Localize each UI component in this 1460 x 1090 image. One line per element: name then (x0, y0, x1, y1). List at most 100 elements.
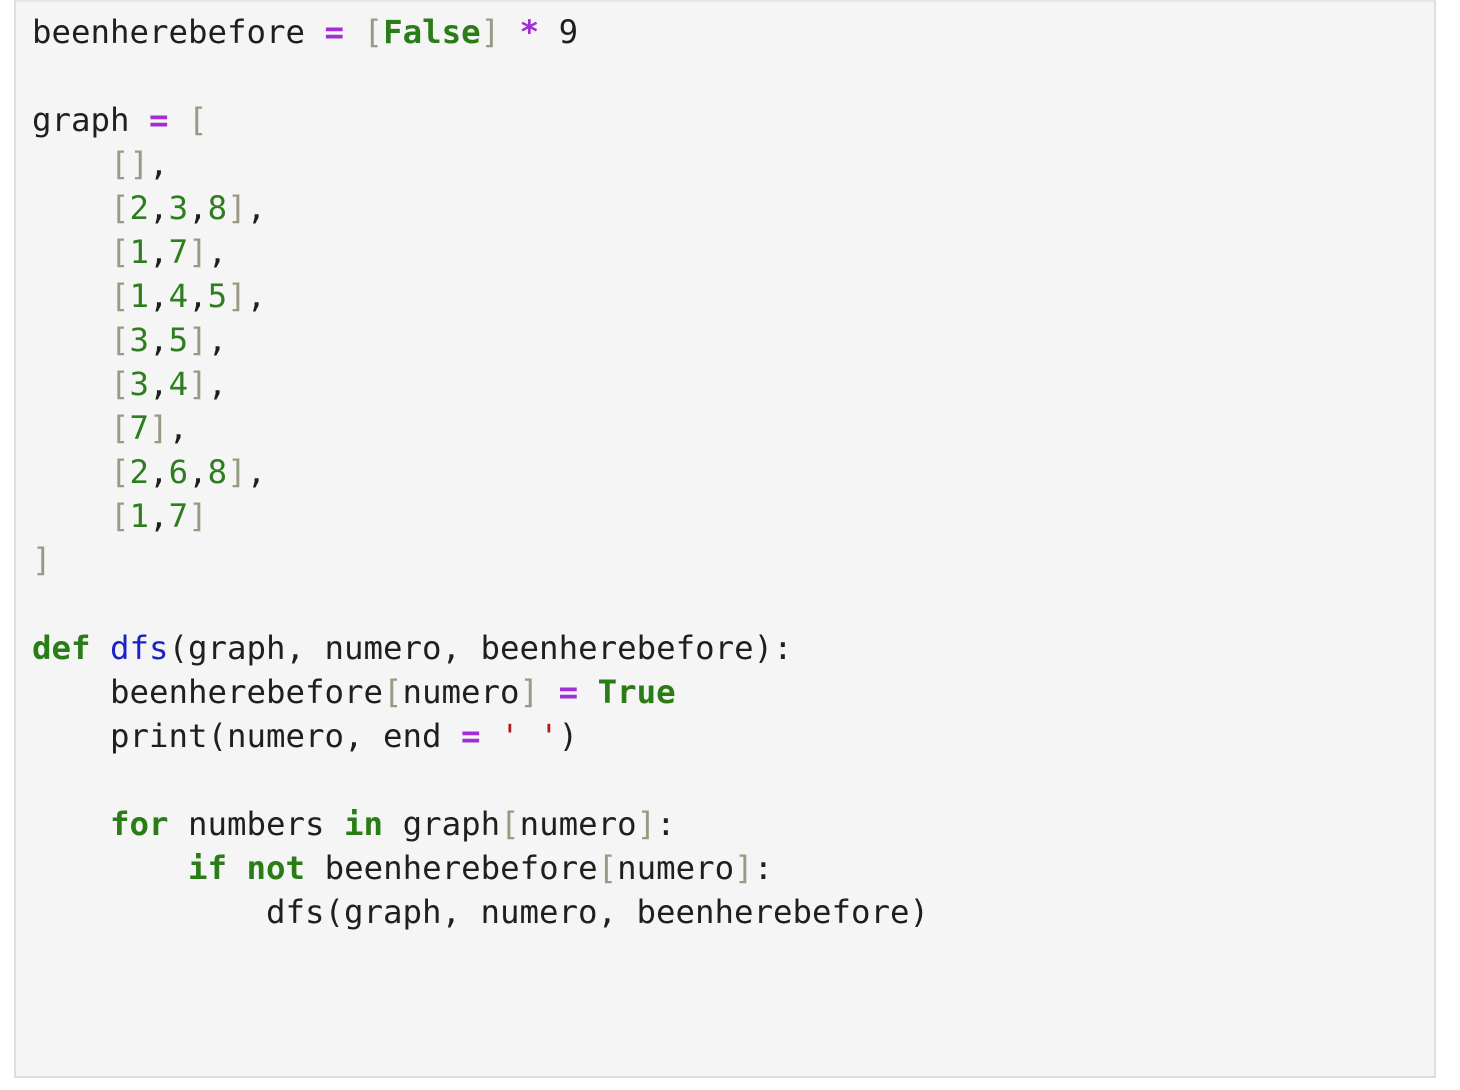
number-literal: 5 (168, 321, 189, 359)
number-literal: 3 (129, 321, 150, 359)
bracket-token: [ (110, 497, 130, 535)
bracket-token: ] (188, 321, 208, 359)
bracket-token: [ (363, 13, 384, 51)
number-literal: 3 (168, 189, 189, 227)
code-line: def dfs(graph, numero, beenherebefore): (32, 626, 929, 670)
code-line: beenherebefore = [False] * 9 (32, 10, 929, 54)
number-literal: 1 (129, 497, 150, 535)
bracket-token: ] (188, 233, 208, 271)
number-literal: 2 (129, 453, 150, 491)
bracket-token: [ (597, 849, 618, 887)
code-text: beenherebefore (32, 13, 325, 51)
bracket-token: ] (227, 189, 247, 227)
number-literal: 5 (207, 277, 228, 315)
code-text: numero (617, 849, 735, 887)
operator-token: * (519, 13, 540, 51)
number-literal: 7 (168, 233, 189, 271)
code-text: print(numero, end (32, 717, 462, 755)
bracket-token: [ (188, 101, 208, 139)
keyword-token: False (383, 13, 481, 51)
code-text: ) (558, 717, 579, 755)
number-literal: 1 (129, 277, 150, 315)
code-text: beenherebefore (32, 673, 384, 711)
code-text: numero (519, 805, 637, 843)
code-block: beenherebefore = [False] * 9 graph = [ [… (14, 0, 1436, 1078)
keyword-token: def (32, 629, 91, 667)
code-line: beenherebefore[numero] = True (32, 670, 929, 714)
bracket-token: [ (500, 805, 520, 843)
code-text: , (188, 189, 208, 227)
code-content: beenherebefore = [False] * 9 graph = [ [… (32, 10, 929, 934)
code-text: , (149, 189, 169, 227)
bracket-token: [ (110, 321, 130, 359)
code-text: , (149, 321, 169, 359)
keyword-token: True (597, 673, 676, 711)
bracket-token: ] (149, 409, 169, 447)
code-line: if not beenherebefore[numero]: (32, 846, 929, 890)
string-literal: ' ' (500, 717, 559, 755)
code-text: , (246, 453, 267, 491)
number-literal: 6 (168, 453, 189, 491)
number-literal: 4 (168, 365, 189, 403)
number-literal: 7 (129, 409, 150, 447)
code-line: print(numero, end = ' ') (32, 714, 929, 758)
bracket-token: ] (519, 673, 540, 711)
code-text: , (149, 453, 169, 491)
bracket-token: [ (110, 189, 130, 227)
bracket-token: [] (110, 145, 150, 183)
code-line: [2,6,8], (32, 450, 929, 494)
code-line: [7], (32, 406, 929, 450)
code-line: for numbers in graph[numero]: (32, 802, 929, 846)
code-text: graph (383, 805, 501, 843)
bracket-token: [ (383, 673, 403, 711)
code-line: [3,5], (32, 318, 929, 362)
code-line: [1,4,5], (32, 274, 929, 318)
code-text: 9 (539, 13, 579, 51)
code-text: : (656, 805, 676, 843)
code-text: , (149, 497, 169, 535)
number-literal: 4 (168, 277, 189, 315)
code-text: numbers (168, 805, 345, 843)
keyword-token: for (110, 805, 169, 843)
code-text: , (246, 189, 267, 227)
code-text: , (149, 145, 169, 183)
code-line: [], (32, 142, 929, 186)
bracket-token: [ (110, 365, 130, 403)
code-text: , (168, 409, 189, 447)
number-literal: 8 (207, 453, 228, 491)
code-line: [3,4], (32, 362, 929, 406)
code-line: dfs(graph, numero, beenherebefore) (32, 890, 929, 934)
code-text: graph (32, 101, 150, 139)
code-text: beenherebefore (305, 849, 598, 887)
operator-token: = (461, 717, 481, 755)
bracket-token: [ (110, 277, 130, 315)
number-literal: 2 (129, 189, 150, 227)
code-text: , (188, 277, 208, 315)
operator-token: = (324, 13, 345, 51)
keyword-token: in (344, 805, 384, 843)
code-line: graph = [ (32, 98, 929, 142)
code-text: numero (402, 673, 520, 711)
number-literal: 8 (207, 189, 228, 227)
code-line: ] (32, 538, 929, 582)
bracket-token: [ (110, 233, 130, 271)
function-name: dfs (110, 629, 169, 667)
bracket-token: ] (188, 365, 208, 403)
